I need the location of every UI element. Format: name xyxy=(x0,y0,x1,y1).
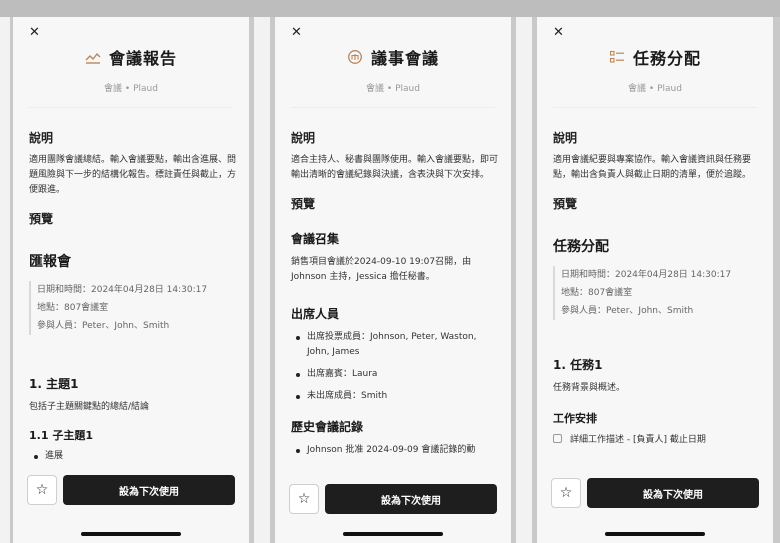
preview-h2: 1. 主題1 xyxy=(29,377,79,391)
template-panel-deliberation-meeting: ✕ 議事會議 會議 • Plaud 說明 適合主持人、秘書與團隊使用。輸入會議要… xyxy=(275,17,511,543)
panel-meta: 會議 • Plaud xyxy=(366,84,420,94)
template-panel-meeting-report: ✕ 會議報告 會議 • Plaud 說明 適用團隊會議總結。輸入會議要點，輸出含… xyxy=(13,17,249,543)
favorite-button[interactable]: ☆ xyxy=(289,484,319,514)
preview-h1: 任務分配 xyxy=(553,239,609,255)
status-bar-area xyxy=(0,0,780,17)
close-icon[interactable]: ✕ xyxy=(553,26,564,39)
set-next-use-button[interactable]: 設為下次使用 xyxy=(325,484,497,514)
panel-title: 會議報告 xyxy=(108,49,177,68)
task-item: 詳細工作描述 - [負責人] 截止日期 xyxy=(553,432,761,445)
info-datetime: 日期和時間：2024年04月28日 14:30:17 xyxy=(37,285,208,295)
star-icon: ☆ xyxy=(559,485,573,501)
home-indicator xyxy=(605,532,705,536)
set-next-use-button[interactable]: 設為下次使用 xyxy=(63,475,235,505)
chart-line-icon xyxy=(85,52,101,64)
preview-h1: 會議召集 xyxy=(291,232,340,246)
set-next-use-button[interactable]: 設為下次使用 xyxy=(587,478,759,508)
task-text: 詳細工作描述 - [負責人] 截止日期 xyxy=(570,435,706,445)
panel-content: 說明 適用會議紀要與專案協作。輸入會議資訊與任務要點，輸出含負責人與截止日期的清… xyxy=(553,129,761,445)
panel-title: 議事會議 xyxy=(370,49,439,68)
preview-heading: 預覽 xyxy=(29,212,54,226)
panel-footer: ☆ 設為下次使用 xyxy=(13,469,249,529)
info-datetime: 日期和時間：2024年04月28日 14:30:17 xyxy=(561,270,732,280)
description-text: 適合主持人、秘書與團隊使用。輸入會議要點，即可輸出清晰的會議紀錄與決議，含表決與… xyxy=(291,155,499,180)
preview-heading: 預覽 xyxy=(553,197,578,211)
description-heading: 說明 xyxy=(291,131,316,145)
adjacent-screen-edge xyxy=(0,17,10,543)
favorite-button[interactable]: ☆ xyxy=(551,478,581,508)
home-indicator xyxy=(81,532,181,536)
star-icon: ☆ xyxy=(297,491,311,507)
list-item: 未出席成員：Smith xyxy=(291,389,499,404)
preview-h2: 1. 任務1 xyxy=(553,358,603,372)
home-indicator xyxy=(343,532,443,536)
panel-header: 任務分配 xyxy=(537,45,773,69)
divider xyxy=(29,107,233,108)
preview-h1: 匯報會 xyxy=(29,254,71,270)
preview-h2: 出席人員 xyxy=(291,307,340,321)
list-item: 進展 xyxy=(29,449,237,464)
description-heading: 說明 xyxy=(29,131,54,145)
description-heading: 說明 xyxy=(553,131,578,145)
adjacent-screen-edge xyxy=(254,17,270,543)
preview-heading: 預覽 xyxy=(291,197,316,211)
preview-h2-history: 歷史會議記錄 xyxy=(291,420,364,434)
panel-meta: 會議 • Plaud xyxy=(104,84,158,94)
panel-footer: ☆ 設為下次使用 xyxy=(537,472,773,532)
preview-h3: 工作安排 xyxy=(553,412,597,425)
preview-h3: 1.1 子主題1 xyxy=(29,429,93,442)
panel-header: 議事會議 xyxy=(275,45,511,69)
divider xyxy=(553,107,757,108)
preview-paragraph: 包括子主題關鍵點的總結/結論 xyxy=(29,402,150,412)
adjacent-screen-edge xyxy=(516,17,532,543)
info-location: 地點：807會議室 xyxy=(37,303,109,313)
checklist-icon xyxy=(609,50,624,63)
seal-icon xyxy=(348,50,362,64)
description-text: 適用團隊會議總結。輸入會議要點，輸出含進展、問題風險與下一步的結構化報告。標註責… xyxy=(29,155,237,195)
preview-paragraph: 銷售項目會議於2024-09-10 19:07召開，由 Johnson 主持，J… xyxy=(291,257,472,282)
description-text: 適用會議紀要與專案協作。輸入會議資訊與任務要點，輸出含負責人與截止日期的清單，便… xyxy=(553,155,752,180)
favorite-button[interactable]: ☆ xyxy=(27,475,57,505)
task-checkbox[interactable] xyxy=(553,434,562,443)
info-participants: 參與人員：Peter、John、Smith xyxy=(37,321,170,331)
close-icon[interactable]: ✕ xyxy=(291,26,302,39)
template-panel-task-assignment: ✕ 任務分配 會議 • Plaud 說明 適用會議紀要與專案協作。輸入會議資訊與… xyxy=(537,17,773,543)
panel-content: 說明 適合主持人、秘書與團隊使用。輸入會議要點，即可輸出清晰的會議紀錄與決議，含… xyxy=(291,129,499,465)
list-item: 出席投票成員：Johnson, Peter, Waston, John, Jam… xyxy=(291,330,499,360)
divider xyxy=(291,107,495,108)
panel-footer: ☆ 設為下次使用 xyxy=(275,478,511,538)
info-participants: 參與人員：Peter、John、Smith xyxy=(561,306,694,316)
panel-content: 說明 適用團隊會議總結。輸入會議要點，輸出含進展、問題風險與下一步的結構化報告。… xyxy=(29,129,237,471)
panel-meta: 會議 • Plaud xyxy=(628,84,682,94)
list-item: Johnson 批准 2024-09-09 會議記錄的動 xyxy=(291,443,499,458)
star-icon: ☆ xyxy=(35,482,49,498)
info-location: 地點：807會議室 xyxy=(561,288,633,298)
meeting-info-block: 日期和時間：2024年04月28日 14:30:17 地點：807會議室 參與人… xyxy=(29,281,237,335)
panel-title: 任務分配 xyxy=(632,49,701,68)
list-item: 出席嘉賓：Laura xyxy=(291,367,499,382)
meeting-info-block: 日期和時間：2024年04月28日 14:30:17 地點：807會議室 參與人… xyxy=(553,266,761,320)
close-icon[interactable]: ✕ xyxy=(29,26,40,39)
preview-paragraph: 任務背景與概述。 xyxy=(553,383,626,393)
panel-header: 會議報告 xyxy=(13,45,249,69)
